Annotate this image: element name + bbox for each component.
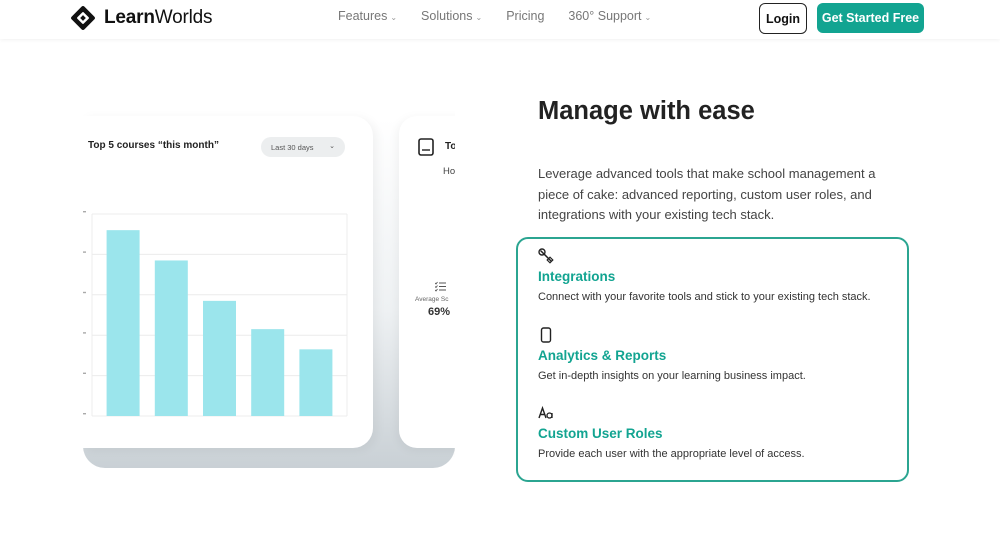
chart-y-tick-stub <box>83 413 86 415</box>
font-aa-icon <box>538 405 553 419</box>
chart-bar <box>106 230 140 416</box>
chevron-down-icon: ⌄ <box>644 12 652 22</box>
chevron-down-icon: ⌄ <box>475 12 483 22</box>
nav-features-label: Features <box>338 9 388 23</box>
courses-bar-chart: Course 1 Course 2 Course 3 Course 4 Course 5 <box>83 211 348 426</box>
login-button[interactable]: Login <box>759 3 807 34</box>
features-box: Integrations Connect with your favorite … <box>516 237 909 482</box>
feature-title: Analytics & Reports <box>538 348 667 363</box>
chart-x-tick-label: Course 5 <box>301 424 331 426</box>
period-dropdown[interactable]: Last 30 days ⌄ <box>261 137 345 157</box>
feature-desc: Get in-depth insights on your learning b… <box>538 370 806 382</box>
chart-y-tick-stub <box>83 291 86 294</box>
average-score-value: 69% <box>428 306 451 318</box>
chart-x-tick-label: Course 2 <box>156 424 186 426</box>
top-courses-card: Top 5 courses “this month” Last 30 days … <box>83 116 373 448</box>
feature-title: Custom User Roles <box>538 426 663 441</box>
chart-y-tick-stub <box>83 251 86 253</box>
feature-desc: Provide each user with the appropriate l… <box>538 448 805 460</box>
chevron-down-icon: ⌄ <box>390 12 398 22</box>
chart-bar <box>299 349 333 416</box>
phone-icon <box>540 327 552 343</box>
book-icon <box>418 138 434 156</box>
section-headline: Manage with ease <box>538 97 755 125</box>
nav-support-label: 360° Support <box>568 9 642 23</box>
feature-user-roles: Custom User Roles Provide each user with… <box>538 405 805 460</box>
chart-bar <box>154 260 188 416</box>
chart-y-tick-stub <box>83 332 86 334</box>
feature-title: Integrations <box>538 269 616 284</box>
logo[interactable]: LearnWorlds <box>68 3 213 33</box>
average-score-label: Average Sc <box>415 296 449 303</box>
chevron-down-icon: ⌄ <box>329 143 335 150</box>
feature-integrations: Integrations Connect with your favorite … <box>538 248 871 303</box>
second-card-subtitle: Ho <box>443 166 455 177</box>
nav-support[interactable]: 360° Support ⌄ <box>568 9 651 23</box>
section-intro: Leverage advanced tools that make school… <box>538 166 876 222</box>
logo-text: LearnWorlds <box>104 7 213 28</box>
nav-pricing-label: Pricing <box>506 9 545 23</box>
second-card-title: To <box>445 141 455 152</box>
chart-y-tick-stub <box>83 211 86 213</box>
nav-solutions-label: Solutions <box>421 9 473 23</box>
feature-analytics: Analytics & Reports Get in-depth insight… <box>538 327 806 382</box>
chart-x-tick-label: Course 3 <box>204 424 234 426</box>
dashboard-illustration: Top 5 courses “this month” Last 30 days … <box>83 100 455 468</box>
feature-desc: Connect with your favorite tools and sti… <box>538 291 871 303</box>
site-header: LearnWorlds Features ⌄ Solutions ⌄ Prici… <box>0 0 1000 39</box>
card-title: Top 5 courses “this month” <box>88 140 219 151</box>
second-card: To Ho Average Sc 69% <box>399 116 455 448</box>
period-label: Last 30 days <box>271 142 314 152</box>
checklist-icon <box>435 281 446 292</box>
nav-pricing[interactable]: Pricing <box>506 9 544 23</box>
chart-x-tick-label: Course 1 <box>108 424 138 426</box>
wrench-icon <box>538 248 554 264</box>
chart-bar <box>203 300 236 416</box>
nav-solutions[interactable]: Solutions ⌄ <box>421 9 482 23</box>
chart-bar <box>251 329 285 416</box>
get-started-button[interactable]: Get Started Free <box>817 3 924 33</box>
main-nav: Features ⌄ Solutions ⌄ Pricing 360° Supp… <box>338 9 675 23</box>
logo-diamond-icon <box>71 6 95 30</box>
chart-x-tick-label: Course 4 <box>252 424 282 426</box>
chart-y-tick-stub <box>83 372 86 374</box>
nav-features[interactable]: Features ⌄ <box>338 9 397 23</box>
